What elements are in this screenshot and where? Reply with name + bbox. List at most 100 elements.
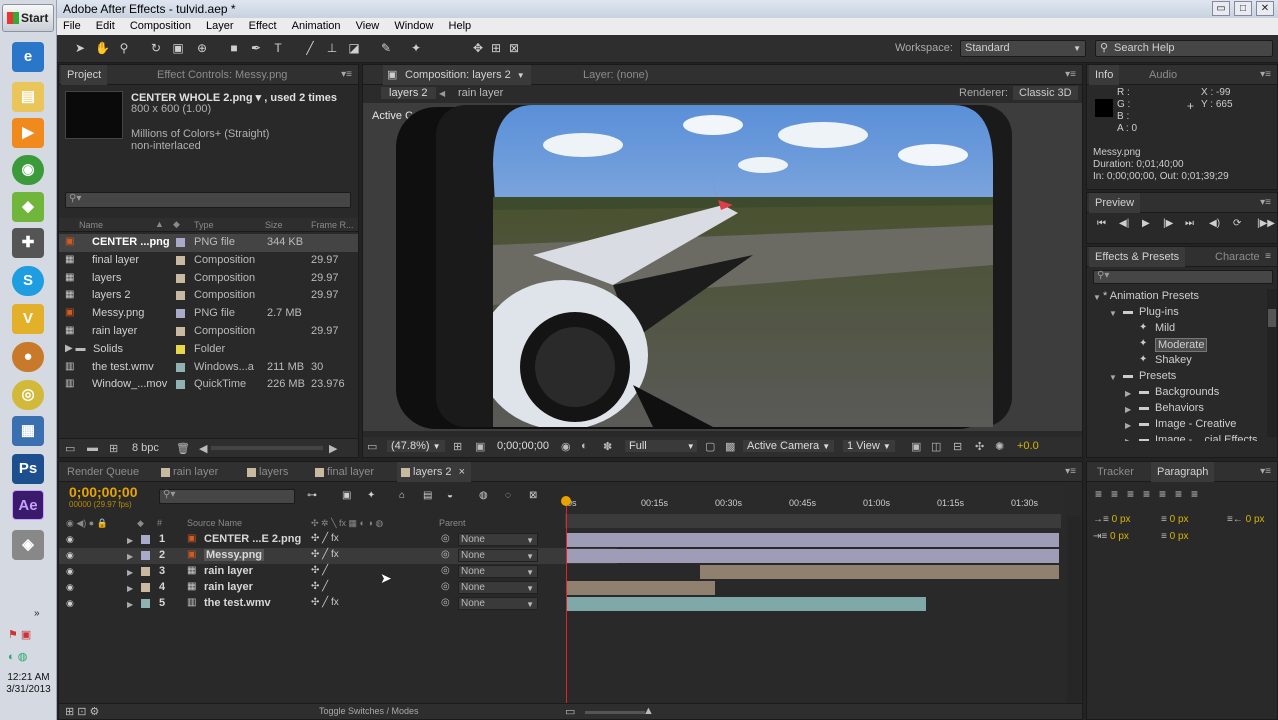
show-more-chevron-icon[interactable]: » [34, 608, 40, 619]
project-item[interactable]: ▦ layers 2 Composition 29.97 [59, 287, 358, 305]
photoshop-icon[interactable]: Ps [12, 454, 44, 484]
expand-right-icon[interactable]: ▶ [1125, 421, 1131, 430]
tab-layer[interactable]: Layer: (none) [577, 65, 654, 85]
menu-layer[interactable]: Layer [206, 20, 234, 32]
project-item[interactable]: ▣ CENTER ...png PNG file 344 KB [59, 234, 358, 252]
safe-zones-icon[interactable]: ⊞ [453, 440, 462, 453]
effects-tree-item[interactable]: ▼ ▬ Presets [1087, 369, 1265, 385]
bpc-toggle[interactable]: 8 bpc [132, 442, 159, 454]
breadcrumb-rain-layer[interactable]: rain layer [458, 87, 503, 99]
indent-first-field[interactable]: ≡ 0 px [1161, 514, 1189, 525]
effects-tree-item[interactable]: ✦ Mild [1087, 321, 1265, 337]
label-color-swatch[interactable] [176, 291, 185, 301]
column-name[interactable]: Name [79, 220, 103, 230]
toggle-switches-modes-button[interactable]: Toggle Switches / Modes [319, 706, 419, 716]
tab-effects-presets[interactable]: Effects & Presets [1089, 247, 1186, 267]
effects-tree-item[interactable]: ✦ Shakey [1087, 353, 1265, 369]
expand-right-icon[interactable]: ▶ [1125, 405, 1131, 414]
project-item[interactable]: ▦ final layer Composition 29.97 [59, 252, 358, 270]
magnification-select[interactable]: (47.8%) ▼ [387, 440, 445, 452]
menu-view[interactable]: View [356, 20, 380, 32]
puppet-tool-icon[interactable]: ✦ [409, 41, 423, 55]
eraser-tool-icon[interactable]: ◪ [347, 41, 361, 55]
camera-tool-icon[interactable]: ▣ [171, 41, 185, 55]
project-item[interactable]: ▦ rain layer Composition 29.97 [59, 323, 358, 341]
indent-left-field[interactable]: →≡ 0 px [1093, 514, 1131, 525]
comp-viewer[interactable]: Active Camera [363, 103, 1082, 431]
menu-effect[interactable]: Effect [249, 20, 277, 32]
next-frame-icon[interactable]: |▶ [1163, 218, 1173, 229]
label-color-swatch[interactable] [176, 362, 185, 372]
effects-tree-item[interactable]: ▶ ▬ Image - Creative [1087, 417, 1265, 433]
brush-tool-icon[interactable]: ╱ [303, 41, 317, 55]
green-app-icon[interactable]: ◆ [12, 192, 44, 222]
fast-previews-icon[interactable]: ◫ [931, 440, 941, 453]
transparency-grid-icon[interactable]: ▩ [725, 440, 735, 453]
vlc-like-icon[interactable]: V [12, 304, 44, 334]
panel-menu-icon[interactable]: ≡ [1265, 247, 1271, 267]
minimize-button[interactable]: ▭ [1212, 1, 1230, 16]
installer-icon[interactable]: ◈ [12, 530, 44, 560]
media-player-icon[interactable]: ▶ [12, 118, 44, 148]
tab-tracker[interactable]: Tracker [1091, 462, 1140, 482]
audio-icon[interactable]: ◀) [1209, 218, 1220, 229]
mask-visibility-icon[interactable]: ▣ [475, 440, 485, 453]
reset-exposure-icon[interactable]: ✺ [995, 440, 1004, 453]
show-snapshot-icon[interactable]: ◐ [581, 440, 588, 452]
snapshot-icon[interactable]: ◉ [561, 440, 571, 453]
zoom-in-icon[interactable]: ▲ [643, 705, 654, 717]
timeline-icon[interactable]: ⊟ [953, 440, 962, 453]
after-effects-icon[interactable]: Ae [12, 490, 44, 520]
zoom-slider[interactable] [585, 711, 645, 714]
expand-right-icon[interactable]: ▶ [1125, 389, 1131, 398]
start-button[interactable]: Start [2, 4, 54, 32]
roto-brush-tool-icon[interactable]: ✎ [379, 41, 393, 55]
menu-edit[interactable]: Edit [96, 20, 115, 32]
view-layout-select[interactable]: 1 View ▼ [843, 440, 895, 452]
effects-tree-item[interactable]: ▶ ▬ Behaviors [1087, 401, 1265, 417]
pen-tool-icon[interactable]: ✒ [249, 41, 263, 55]
menu-window[interactable]: Window [394, 20, 433, 32]
project-item[interactable]: ▥ the test.wmv Windows...a 211 MB 30 [59, 359, 358, 377]
effects-tree-item[interactable]: ✦ Moderate [1087, 337, 1265, 353]
selection-tool-icon[interactable]: ➤ [73, 41, 87, 55]
scroll-right-icon[interactable]: ▶ [329, 442, 337, 455]
tab-preview[interactable]: Preview [1089, 193, 1141, 213]
layer-duration-bar[interactable] [567, 597, 927, 611]
world-axis-icon[interactable]: ⊞ [489, 41, 503, 55]
previous-frame-icon[interactable]: ◀| [1119, 218, 1129, 229]
toggle-pixel-aspect-icon[interactable]: ▣ [911, 440, 921, 453]
play-icon[interactable]: ▶ [1142, 218, 1150, 229]
panel-menu-icon[interactable]: ▾≡ [341, 65, 352, 85]
scroll-left-icon[interactable]: ◀ [199, 442, 207, 455]
space-before-field[interactable]: ⇥≡ 0 px [1093, 531, 1129, 542]
cd-burner-icon[interactable]: ◎ [12, 380, 44, 410]
project-item[interactable]: ▣ Messy.png PNG file 2.7 MB [59, 305, 358, 323]
clock[interactable]: 12:21 AM 3/31/2013 [0, 672, 57, 696]
label-color-swatch[interactable] [176, 344, 185, 354]
ram-preview-icon[interactable]: |▶▶ [1257, 218, 1275, 229]
breadcrumb-layers-2[interactable]: layers 2 [381, 87, 436, 99]
new-comp-icon[interactable]: ⊞ [109, 442, 118, 455]
label-color-swatch[interactable] [176, 380, 185, 390]
label-color-swatch[interactable] [176, 309, 185, 319]
tab-audio[interactable]: Audio [1143, 65, 1183, 85]
interpret-footage-icon[interactable]: ▭ [65, 442, 75, 455]
label-color-swatch[interactable] [176, 238, 185, 247]
label-color-swatch[interactable] [176, 273, 185, 283]
layer-duration-bar[interactable] [567, 549, 1059, 563]
new-folder-icon[interactable]: ▬ [87, 442, 98, 454]
effects-scrollbar[interactable] [1267, 289, 1277, 437]
effects-search-input[interactable]: ⚲▾ [1093, 270, 1273, 284]
panel-menu-icon[interactable]: ▾≡ [1260, 462, 1271, 482]
chrome-icon[interactable]: ◉ [12, 155, 44, 185]
expand-right-icon[interactable]: ▶ [1125, 437, 1131, 441]
panel-menu-icon[interactable]: ▾≡ [1260, 193, 1271, 213]
timeline-footer-icons[interactable]: ⊞ ⊡ ⚙ [65, 705, 99, 718]
resolution-select[interactable]: Full ▼ [625, 440, 697, 452]
tab-paragraph[interactable]: Paragraph [1151, 462, 1215, 482]
project-item[interactable]: ▦ layers Composition 29.97 [59, 270, 358, 288]
column-size[interactable]: Size [265, 220, 283, 230]
game-controller-icon[interactable]: ✚ [12, 228, 44, 258]
layer-duration-bar[interactable] [567, 533, 1059, 547]
